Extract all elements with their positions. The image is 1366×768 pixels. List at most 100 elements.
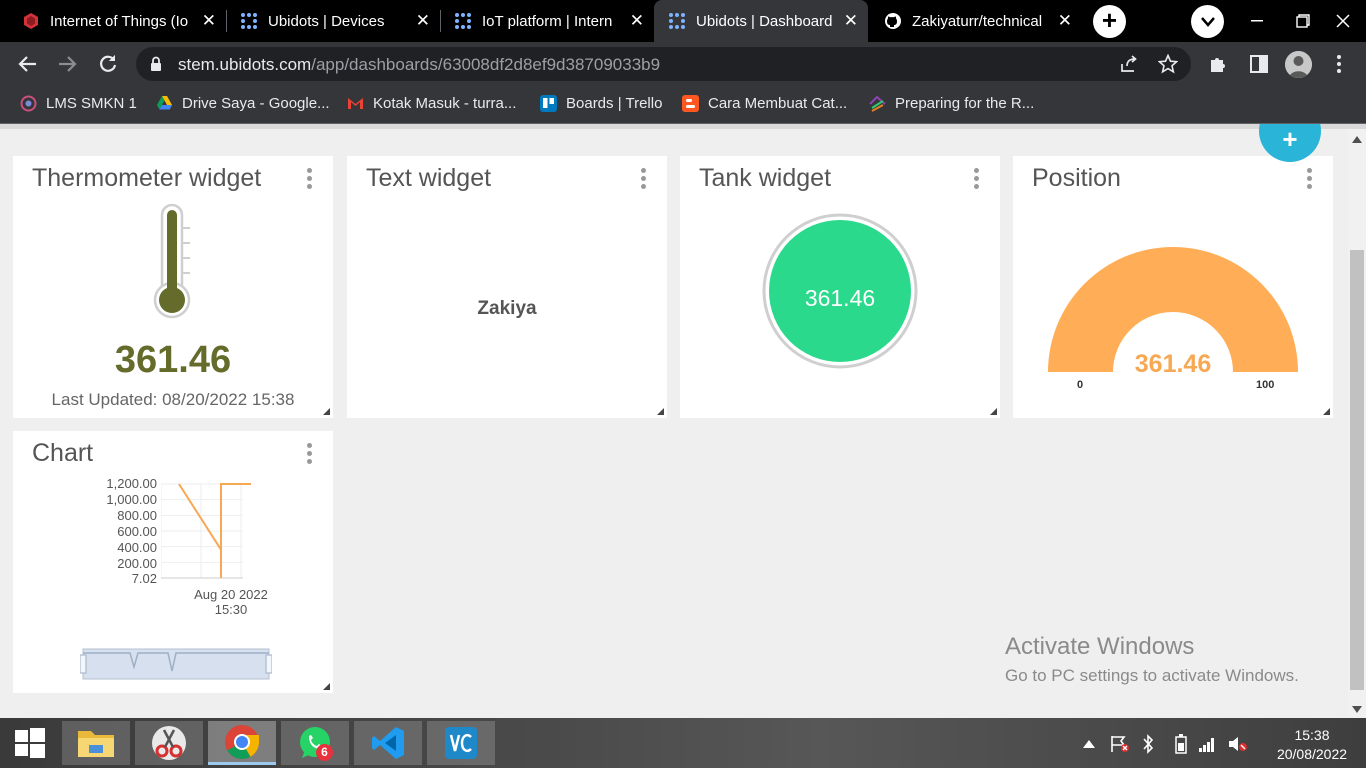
bookmark-drive[interactable]: Drive Saya - Google... (156, 95, 330, 112)
activate-windows-title: Activate Windows (1005, 633, 1195, 660)
taskbar-chrome[interactable] (208, 721, 276, 765)
tab-ubidots-dashboard[interactable]: Ubidots | Dashboard ✕ (654, 0, 868, 42)
position-widget[interactable]: Position 361.46 0 100 (1013, 156, 1333, 418)
dot-icon (307, 176, 312, 181)
github-icon (885, 13, 901, 29)
tab-title: Ubidots | Dashboard (696, 12, 833, 30)
y-tick-label: 800.00 (117, 508, 157, 523)
tab-internet-of-things[interactable]: Internet of Things (Io ✕ (8, 0, 226, 42)
line-chart-plot[interactable] (161, 481, 251, 581)
side-panel-button[interactable] (1247, 52, 1271, 76)
widget-menu-button[interactable] (974, 168, 980, 190)
tab-title: Internet of Things (Io (50, 12, 189, 30)
forward-button[interactable] (56, 52, 80, 76)
vscode-icon (372, 727, 404, 759)
close-icon (1336, 14, 1350, 28)
resize-handle[interactable] (323, 683, 330, 690)
close-tab-icon[interactable]: ✕ (416, 11, 430, 31)
close-tab-icon[interactable]: ✕ (630, 11, 644, 31)
tab-strip: Internet of Things (Io ✕ Ubidots | Devic… (0, 0, 1366, 42)
share-icon[interactable] (1119, 54, 1139, 74)
resize-handle[interactable] (323, 408, 330, 415)
system-clock[interactable]: 15:38 20/08/2022 (1262, 726, 1362, 764)
taskbar-vscode[interactable] (354, 721, 422, 765)
tank-widget[interactable]: Tank widget 361.46 (680, 156, 1000, 418)
windows-logo-icon (15, 728, 45, 758)
chart-widget[interactable]: Chart 1,200.00 1,000.00 800.00 600.00 40… (13, 431, 333, 693)
reload-button[interactable] (96, 52, 120, 76)
bookmark-blogger[interactable]: Cara Membuat Cat... (682, 95, 847, 112)
range-handle-left (80, 654, 87, 674)
thermometer-widget[interactable]: Thermometer widget 361.46 Last Updated: … (13, 156, 333, 418)
bookmark-lms[interactable]: LMS SMKN 1 (20, 95, 137, 112)
scroll-up-icon[interactable] (1352, 136, 1362, 143)
chart-range-navigator[interactable] (80, 645, 272, 683)
tab-github[interactable]: Zakiyaturr/technical ✕ (870, 0, 1082, 42)
tab-iot-platform[interactable]: IoT platform | Intern ✕ (440, 0, 654, 42)
signal-icon[interactable] (1198, 736, 1216, 752)
address-bar[interactable]: stem.ubidots.com/app/dashboards/63008df2… (136, 47, 1191, 81)
reload-icon (100, 55, 117, 72)
blogger-icon (682, 95, 699, 112)
volume-muted-icon[interactable] (1228, 735, 1248, 753)
extensions-button[interactable] (1206, 52, 1230, 76)
minimize-icon (1251, 20, 1263, 22)
resize-handle[interactable] (990, 408, 997, 415)
arrow-right-icon (59, 56, 77, 72)
new-tab-button[interactable]: + (1093, 5, 1126, 38)
chrome-menu-button[interactable] (1327, 52, 1351, 76)
lock-icon (151, 56, 161, 71)
close-tab-icon[interactable]: ✕ (1058, 11, 1072, 31)
y-tick-label: 400.00 (117, 540, 157, 555)
bookmark-label: Boards | Trello (566, 95, 663, 112)
bookmark-gmail[interactable]: Kotak Masuk - turra... (347, 95, 516, 112)
bookmark-star-icon[interactable] (1158, 54, 1178, 74)
widget-menu-button[interactable] (307, 168, 313, 190)
action-center-flag-icon[interactable] (1110, 735, 1130, 753)
resize-handle[interactable] (657, 408, 664, 415)
back-button[interactable] (15, 52, 39, 76)
close-tab-icon[interactable]: ✕ (202, 11, 216, 31)
bookmark-trello[interactable]: Boards | Trello (540, 95, 662, 112)
tab-ubidots-devices[interactable]: Ubidots | Devices ✕ (226, 0, 440, 42)
site-icon (869, 95, 886, 112)
bluetooth-icon[interactable] (1141, 734, 1155, 754)
puzzle-icon (1211, 58, 1225, 72)
header-divider (0, 124, 1366, 129)
widget-menu-button[interactable] (1307, 168, 1313, 190)
close-tab-icon[interactable]: ✕ (844, 11, 858, 31)
notification-badge: 6 (316, 744, 333, 761)
start-button[interactable] (0, 721, 60, 765)
text-widget[interactable]: Text widget Zakiya (347, 156, 667, 418)
clock-time: 15:38 (1294, 727, 1330, 743)
scroll-down-icon[interactable] (1352, 706, 1362, 713)
taskbar-snipping-tool[interactable] (135, 721, 203, 765)
resize-handle[interactable] (1323, 408, 1330, 415)
battery-icon[interactable] (1175, 734, 1187, 754)
taskbar-vscode-insiders[interactable] (427, 721, 495, 765)
tab-search-button[interactable] (1191, 5, 1224, 38)
last-updated-text: Last Updated: 08/20/2022 15:38 (51, 390, 295, 409)
trello-icon (540, 95, 557, 112)
widget-title: Thermometer widget (32, 164, 262, 192)
bookmark-preparing[interactable]: Preparing for the R... (869, 95, 1034, 112)
minimize-button[interactable] (1234, 0, 1280, 42)
dot-icon (1307, 168, 1312, 173)
url-text: stem.ubidots.com/app/dashboards/63008df2… (178, 55, 660, 75)
thermometer-value: 361.46 (114, 339, 232, 381)
chevron-up-icon[interactable] (1083, 740, 1095, 748)
scrollbar-thumb[interactable] (1350, 250, 1364, 690)
taskbar-whatsapp[interactable]: 6 (281, 721, 349, 765)
close-window-button[interactable] (1320, 0, 1366, 42)
browser-toolbar: stem.ubidots.com/app/dashboards/63008df2… (0, 42, 1366, 86)
taskbar-file-explorer[interactable] (62, 721, 130, 765)
profile-avatar[interactable] (1285, 51, 1312, 78)
y-tick-label: 200.00 (117, 556, 157, 571)
gauge-max-label: 100 (1256, 379, 1275, 391)
dot-icon (1307, 184, 1312, 189)
bookmark-label: Cara Membuat Cat... (708, 95, 848, 112)
widget-menu-button[interactable] (307, 443, 313, 465)
widget-menu-button[interactable] (641, 168, 647, 190)
chart-grid (161, 483, 243, 579)
url-path: /app/dashboards/63008df2d8ef9d38709033b9 (311, 55, 661, 74)
